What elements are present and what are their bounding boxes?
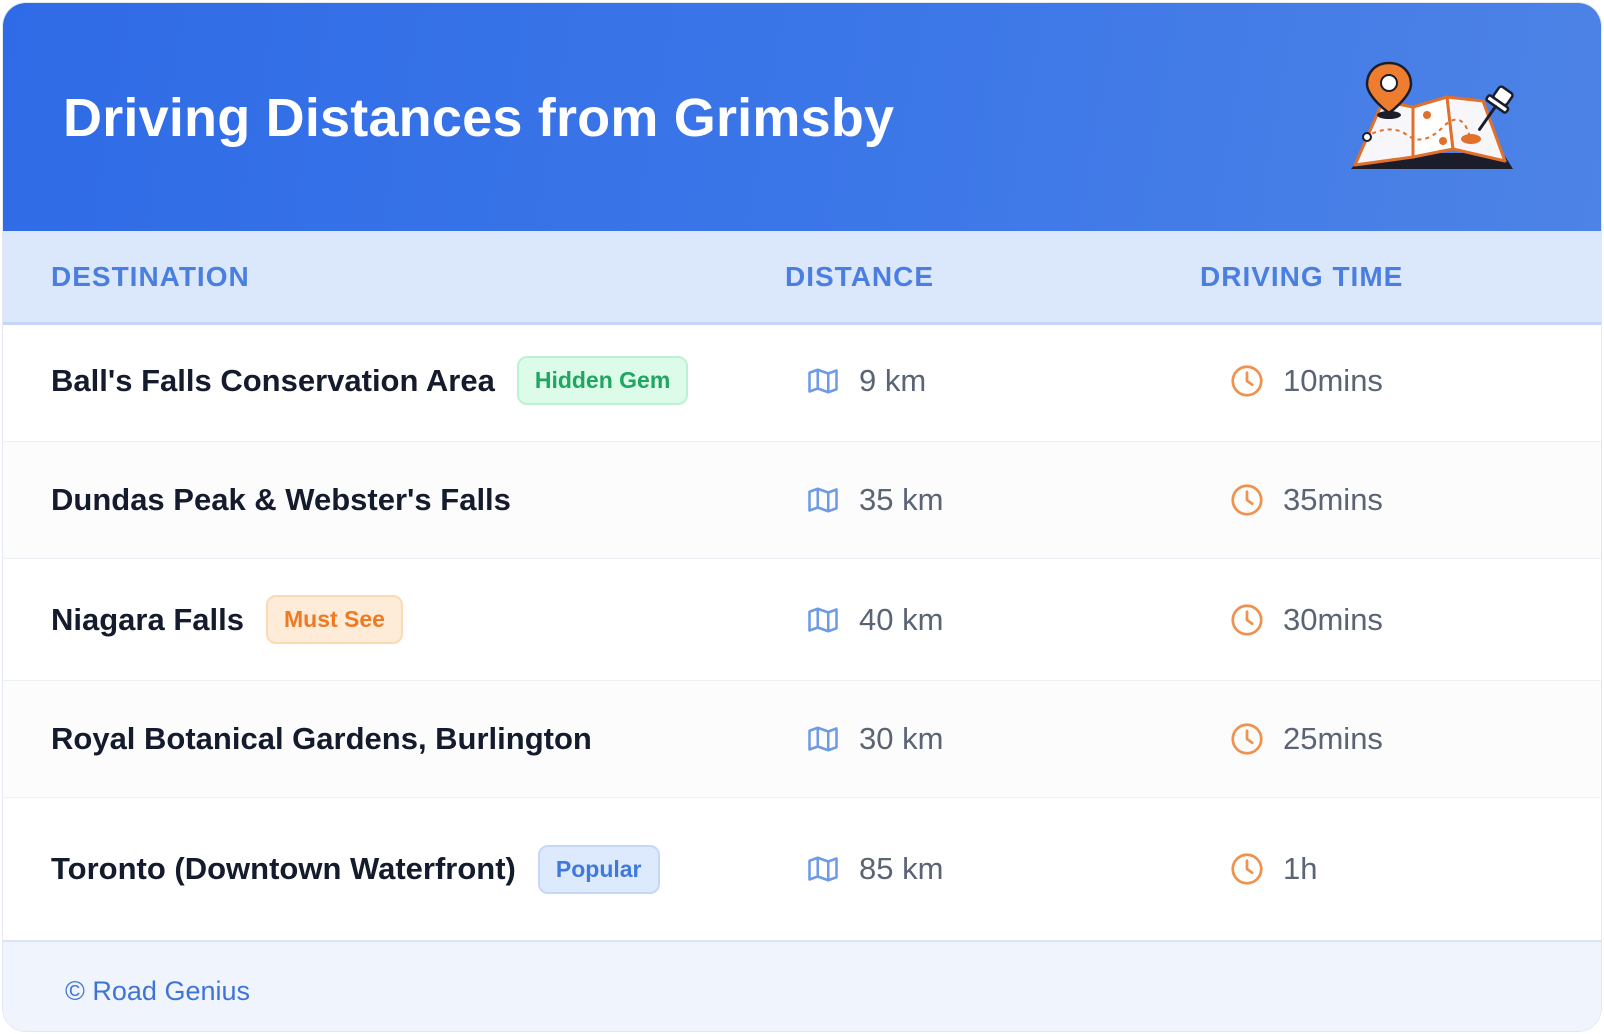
- table-row: Dundas Peak & Webster's Falls 35 km 35mi…: [3, 442, 1601, 559]
- column-header-driving-time: DRIVING TIME: [1200, 261, 1404, 292]
- destination-name: Ball's Falls Conservation Area: [51, 362, 495, 398]
- table-header-row: DESTINATION DISTANCE DRIVING TIME: [3, 231, 1601, 325]
- clock-icon: [1231, 484, 1263, 516]
- distance-value: 9 km: [859, 362, 927, 398]
- map-icon: [808, 726, 838, 752]
- map-icon: [808, 856, 838, 882]
- destination-name: Dundas Peak & Webster's Falls: [51, 482, 511, 517]
- folded-map-with-pins-icon: [1351, 61, 1514, 169]
- column-header-distance: DISTANCE: [785, 261, 935, 292]
- clock-icon: [1231, 723, 1263, 755]
- driving-time-value: 1h: [1283, 851, 1318, 886]
- page-title: Driving Distances from Grimsby: [63, 88, 895, 148]
- driving-time-value: 30mins: [1283, 601, 1383, 637]
- driving-time-value: 35mins: [1283, 482, 1383, 517]
- distance-value: 85 km: [859, 851, 944, 886]
- driving-time-value: 25mins: [1283, 721, 1383, 756]
- driving-time-value: 10mins: [1283, 362, 1383, 398]
- map-icon: [808, 487, 838, 513]
- distance-value: 40 km: [859, 601, 944, 637]
- distance-value: 30 km: [859, 721, 944, 756]
- table-row: Toronto (Downtown Waterfront) Popular 85…: [3, 798, 1601, 940]
- map-icon: [808, 367, 838, 394]
- clock-icon: [1231, 364, 1263, 397]
- distance-value: 35 km: [859, 482, 944, 517]
- clock-icon: [1231, 603, 1263, 636]
- table-row: Ball's Falls Conservation Area Hidden Ge…: [3, 320, 1601, 442]
- table-row: Niagara Falls Must See 40 km 30mins: [3, 559, 1601, 681]
- must-see-badge: Must See: [265, 595, 403, 644]
- distance-card: Driving Distances from Grimsby DESTINATI…: [2, 2, 1602, 1032]
- footer-credit: © Road Genius: [65, 976, 250, 1006]
- column-header-destination: DESTINATION: [51, 261, 250, 292]
- destination-name: Royal Botanical Gardens, Burlington: [51, 721, 592, 756]
- hidden-gem-badge: Hidden Gem: [516, 356, 689, 405]
- destination-name: Niagara Falls: [51, 601, 244, 637]
- map-icon: [808, 606, 838, 633]
- card-header: Driving Distances from Grimsby: [3, 3, 1601, 231]
- card-footer: © Road Genius: [3, 940, 1601, 1031]
- popular-badge: Popular: [537, 844, 660, 894]
- clock-icon: [1231, 853, 1263, 885]
- destination-name: Toronto (Downtown Waterfront): [51, 851, 516, 886]
- table-row: Royal Botanical Gardens, Burlington 30 k…: [3, 681, 1601, 798]
